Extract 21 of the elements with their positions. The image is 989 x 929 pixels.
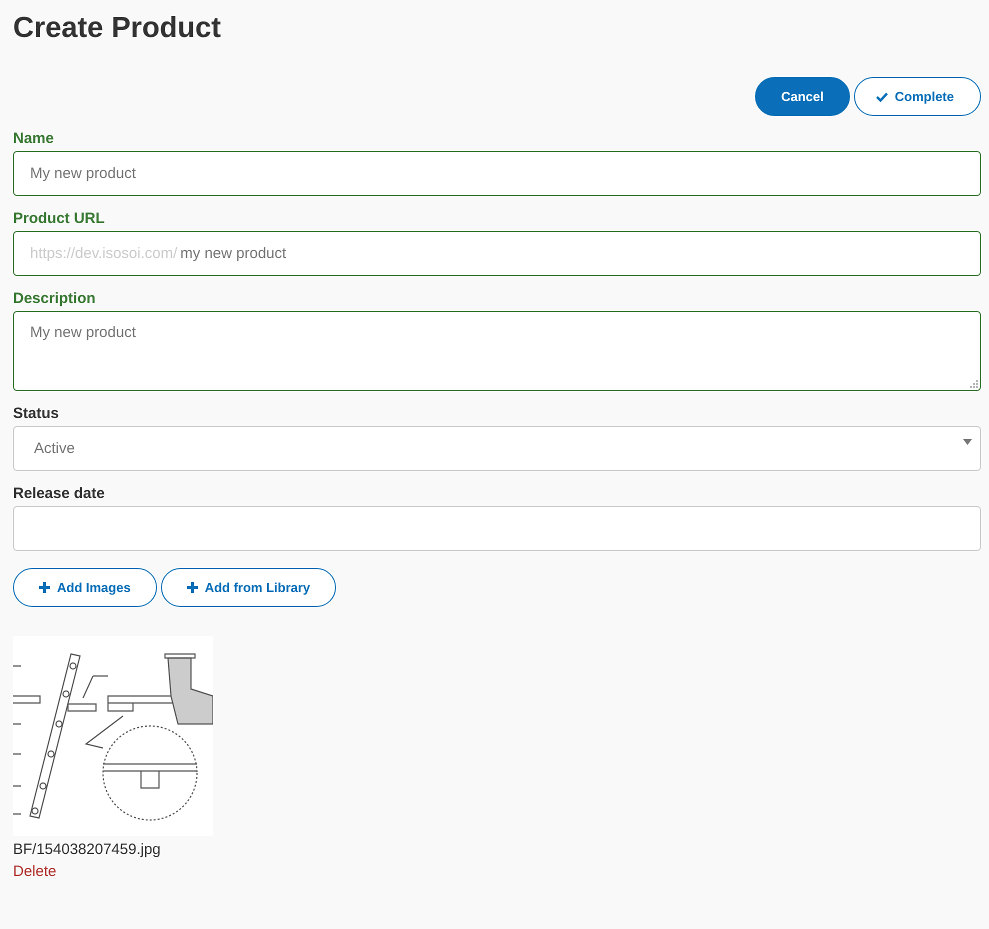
field-label: Status xyxy=(13,405,60,422)
resize-grip-icon[interactable] xyxy=(970,380,978,388)
text-input-field[interactable]: My new product xyxy=(13,151,981,196)
add-images-button[interactable]: Add Images xyxy=(13,568,157,607)
field-label: Description xyxy=(13,290,97,307)
checkmark-icon xyxy=(876,92,888,102)
field-label: Product URL xyxy=(13,210,106,227)
plus-icon xyxy=(186,582,198,593)
field-label: Release date xyxy=(13,485,106,502)
image-filename: BF/154038207459.jpg xyxy=(13,841,161,858)
delete-link[interactable]: Delete xyxy=(13,863,56,880)
plus-icon xyxy=(39,582,50,593)
complete-button[interactable]: Complete xyxy=(854,77,981,116)
date-input-field[interactable] xyxy=(13,506,981,551)
description-text-area[interactable]: My new product xyxy=(13,311,981,391)
caret-icon xyxy=(963,439,972,445)
page-title: Create Product xyxy=(13,11,222,46)
cancel-button[interactable]: Cancel xyxy=(755,77,850,116)
field-label: Name xyxy=(13,130,55,147)
status-dropdown[interactable]: Active xyxy=(13,426,981,471)
add-images-button[interactable]: Add from Library xyxy=(160,568,336,607)
